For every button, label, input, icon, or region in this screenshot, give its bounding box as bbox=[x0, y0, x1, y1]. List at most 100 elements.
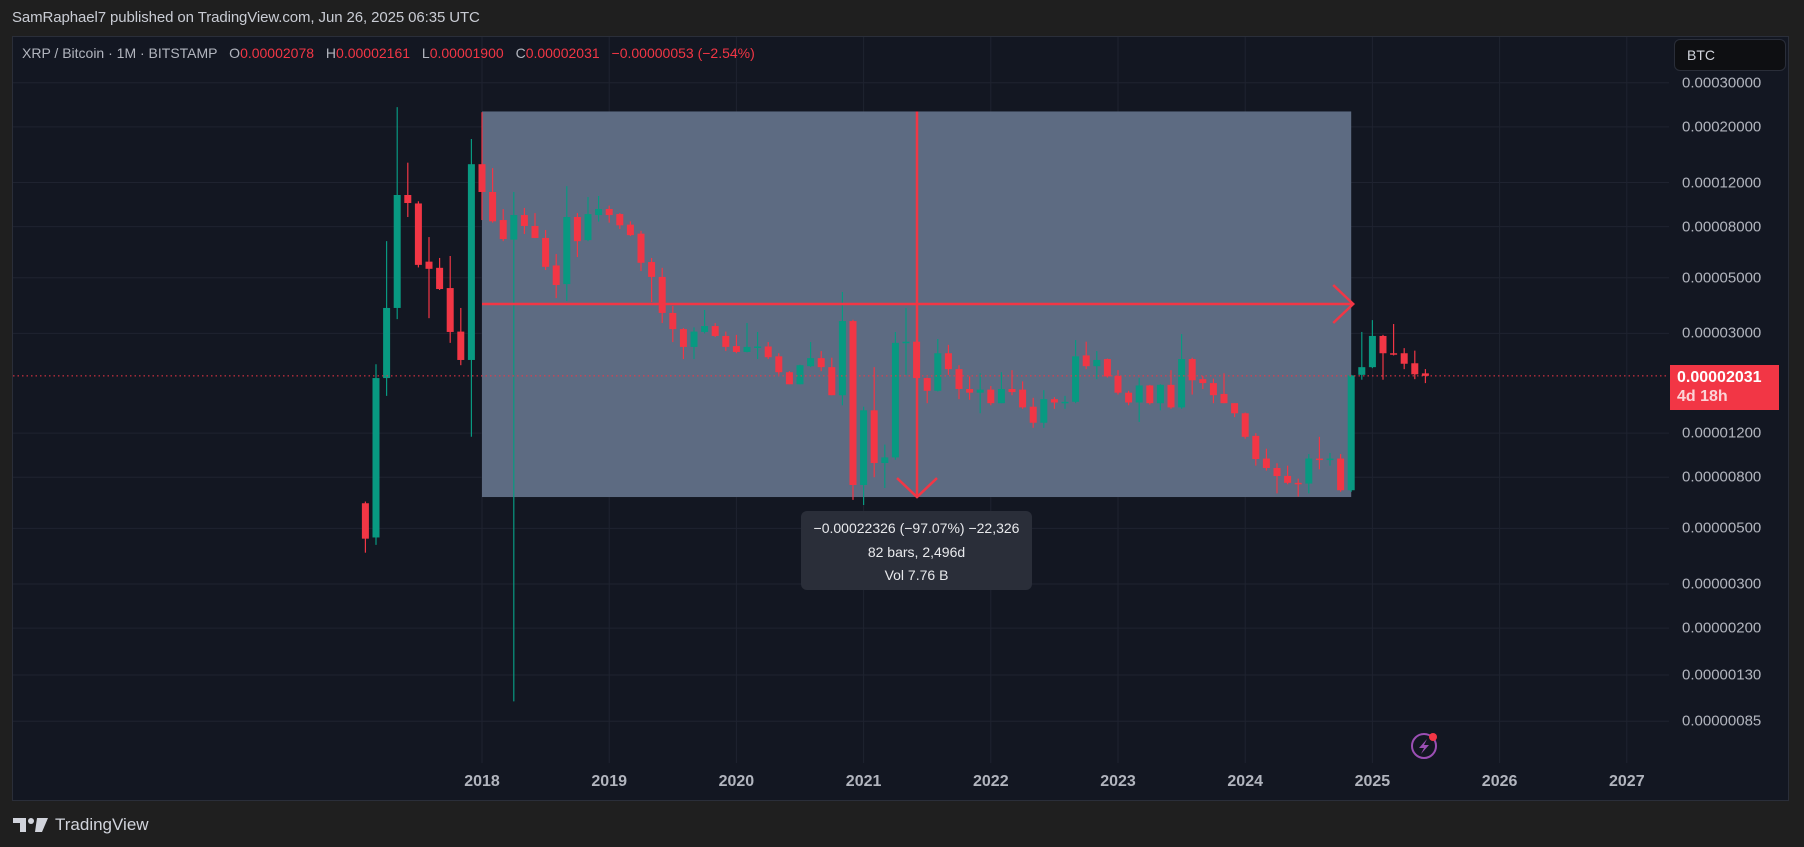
candle-body bbox=[870, 410, 878, 463]
candle-body bbox=[1241, 413, 1249, 437]
candle-body bbox=[573, 217, 581, 242]
time-tick-label: 2023 bbox=[1100, 773, 1136, 790]
high-label: H bbox=[325, 45, 337, 61]
candle-down bbox=[446, 255, 454, 343]
candle-down bbox=[361, 501, 369, 553]
candle-body bbox=[796, 365, 804, 385]
candle-body bbox=[520, 215, 528, 226]
change-value: −0.00000053 (−2.54%) bbox=[611, 45, 755, 61]
candle-body bbox=[1358, 367, 1366, 375]
candle-body bbox=[849, 321, 857, 485]
candle-body bbox=[1262, 458, 1270, 468]
candle-body bbox=[817, 358, 825, 368]
price-tick-label: 0.00000800 bbox=[1682, 468, 1762, 486]
candle-body bbox=[1315, 458, 1323, 461]
price-tick-label: 0.00005000 bbox=[1682, 269, 1762, 287]
alert-lightning-icon[interactable] bbox=[1411, 733, 1437, 759]
symbol-title[interactable]: XRP / Bitcoin · 1M · BITSTAMP bbox=[22, 45, 217, 61]
currency-button[interactable]: BTC bbox=[1674, 39, 1786, 71]
tradingview-logo-icon bbox=[13, 818, 48, 832]
time-tick-label: 2020 bbox=[718, 773, 755, 790]
candle-body bbox=[1347, 375, 1355, 491]
candle-body bbox=[807, 358, 815, 367]
candle-body bbox=[1135, 385, 1143, 403]
price-chart[interactable] bbox=[0, 0, 1804, 847]
time-tick-label: 2021 bbox=[845, 773, 882, 790]
candle-body bbox=[425, 261, 433, 269]
candle-body bbox=[478, 164, 486, 192]
candle-down bbox=[1390, 324, 1398, 356]
candle-body bbox=[690, 331, 698, 347]
candle-body bbox=[1199, 379, 1207, 384]
candle-up bbox=[891, 331, 899, 460]
candle-down bbox=[775, 353, 783, 375]
candle-body bbox=[987, 389, 995, 404]
open-label: O bbox=[229, 45, 241, 61]
time-tick-label: 2019 bbox=[591, 773, 627, 790]
candle-body bbox=[595, 208, 603, 216]
time-tick-label: 2025 bbox=[1354, 773, 1391, 790]
candle-body bbox=[383, 307, 391, 379]
price-tick-label: 0.00000200 bbox=[1682, 619, 1762, 637]
tradingview-logo[interactable]: TradingView bbox=[13, 815, 149, 835]
candle-body bbox=[1156, 384, 1164, 404]
price-tick-label: 0.00001200 bbox=[1682, 424, 1762, 442]
candle-body bbox=[457, 331, 465, 360]
candle-body bbox=[1146, 385, 1154, 404]
candle-down bbox=[1379, 334, 1387, 380]
candle-body bbox=[446, 288, 454, 332]
candle-body bbox=[436, 267, 444, 290]
bar-countdown: 4d 18h bbox=[1677, 388, 1728, 405]
measure-tooltip: −0.00022326 (−97.07%) −22,326 82 bars, 2… bbox=[801, 511, 1032, 590]
candle-body bbox=[1284, 475, 1292, 483]
candle-body bbox=[902, 341, 910, 344]
candle-body bbox=[489, 191, 497, 222]
candle-body bbox=[563, 217, 571, 285]
candle-body bbox=[499, 220, 507, 240]
candle-body bbox=[669, 312, 677, 330]
candle-body bbox=[414, 203, 422, 265]
candle-body bbox=[1305, 458, 1313, 484]
candle-up bbox=[467, 138, 475, 437]
candle-body bbox=[552, 265, 560, 285]
tradingview-brand: TradingView bbox=[55, 815, 149, 834]
candle-body bbox=[467, 164, 475, 360]
candle-body bbox=[542, 237, 550, 267]
candle-body bbox=[531, 225, 539, 238]
current-price-value: 0.00002031 bbox=[1677, 369, 1762, 386]
candle-body bbox=[934, 353, 942, 391]
candle-body bbox=[658, 276, 666, 313]
low-value: 0.00001900 bbox=[429, 45, 504, 61]
candle-up bbox=[1368, 320, 1376, 369]
candle-body bbox=[881, 457, 889, 463]
candle-down bbox=[1241, 412, 1249, 439]
candle-body bbox=[1231, 403, 1239, 414]
candle-down bbox=[1411, 350, 1419, 380]
candle-body bbox=[764, 346, 772, 358]
candle-down bbox=[1337, 454, 1345, 492]
candle-body bbox=[828, 367, 836, 396]
candle-body bbox=[997, 388, 1005, 404]
candle-body bbox=[372, 378, 380, 538]
symbol-legend: XRP / Bitcoin · 1M · BITSTAMP O0.0000207… bbox=[22, 45, 755, 61]
candle-body bbox=[1337, 458, 1345, 491]
candle-body bbox=[1072, 356, 1080, 402]
candle-body bbox=[1008, 388, 1016, 393]
candle-body bbox=[923, 378, 931, 391]
candle-body bbox=[785, 372, 793, 385]
price-tick-label: 0.00030000 bbox=[1682, 74, 1762, 92]
candle-body bbox=[1093, 359, 1101, 367]
price-tick-label: 0.00000500 bbox=[1682, 519, 1762, 537]
candle-body bbox=[1167, 384, 1175, 408]
candle-body bbox=[1082, 355, 1090, 367]
candle-body bbox=[361, 503, 369, 539]
candle-body bbox=[510, 215, 518, 240]
candle-body bbox=[1294, 482, 1302, 485]
close-value: 0.00002031 bbox=[525, 45, 600, 61]
measure-bars: 82 bars, 2,496d bbox=[867, 543, 966, 560]
candle-down bbox=[436, 257, 444, 290]
price-tick-label: 0.00020000 bbox=[1682, 118, 1762, 136]
candle-body bbox=[966, 388, 974, 393]
candle-body bbox=[1114, 375, 1122, 393]
candle-body bbox=[860, 410, 868, 485]
